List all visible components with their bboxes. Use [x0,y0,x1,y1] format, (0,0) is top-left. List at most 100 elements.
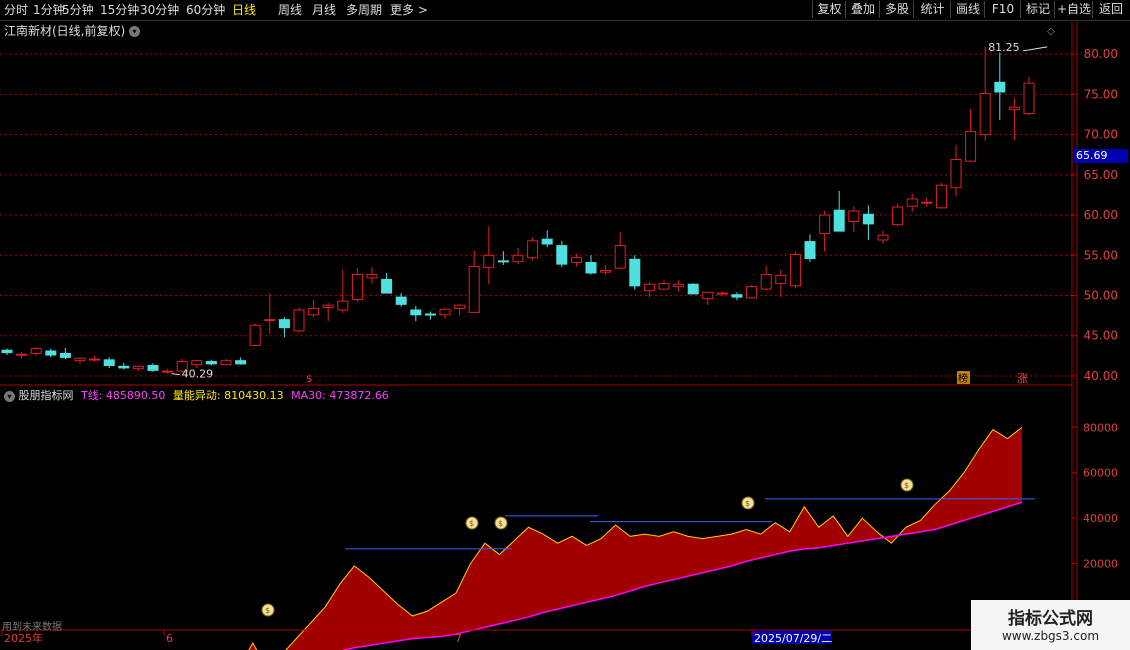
price-tick-label: 65.00 [1084,168,1118,182]
candle-body [74,357,86,362]
candle-body [527,240,539,259]
candle-body [541,238,553,245]
zhang-badge-text: 涨 [1017,372,1028,385]
money-bag-symbol: $ [498,519,503,528]
candle-body [1023,82,1035,115]
candle-body [643,283,655,292]
ind-tick-label: 60000 [1083,467,1118,480]
candle-body [877,234,889,241]
money-bag-symbol: $ [469,519,474,528]
candle-body [366,274,378,279]
candle-body [439,308,451,316]
logo-line2: www.zbgs3.com [1001,629,1100,643]
candle-body [570,257,582,264]
footer-note: 用到未来数据 [2,622,62,633]
candle-body [103,359,115,366]
candle-body [687,283,699,295]
candle-body [424,313,436,316]
site-logo: 指标公式网 www.zbgs3.com [971,600,1130,650]
candle-body [351,274,363,301]
candle-body [512,254,524,263]
candle-body [45,350,57,356]
low-arrow [171,373,180,376]
candle-body [191,360,203,366]
candle-body [235,360,247,365]
candle-body [381,278,393,294]
candle-body [293,309,305,332]
candle-body [454,304,466,309]
candle-body [556,245,568,265]
kline-chart[interactable]: 40.00 45.00 50.00 55.00 60.00 65.00 70.00 75.00… [0,0,1130,650]
date-label: 2025年 [4,631,43,645]
date-label: 2025/07/29/二 [754,632,832,645]
candle-body [833,209,845,232]
candle-body [118,365,130,369]
candle-body [497,260,509,263]
candle-body [600,270,612,273]
price-tick-label: 80.00 [1084,47,1118,61]
candle-body [629,258,641,287]
candle-body [848,210,860,222]
ind-tick-label: 20000 [1083,558,1118,571]
candle-body [658,282,670,290]
money-bag-symbol: $ [745,499,750,508]
diamond-icon: ◇ [1047,26,1055,37]
candle-body [775,274,787,284]
candle-body [468,266,480,313]
candle-body [760,274,772,290]
candle-body [1,349,13,354]
candle-body [950,159,962,189]
candle-body [789,253,801,287]
money-bag-symbol: $ [265,606,270,615]
candle-body [921,201,933,204]
candle-body [132,365,144,370]
ind-tick-label: 40000 [1083,512,1118,525]
current-price-box: 65.69 [1074,149,1128,163]
candle-body [89,358,101,361]
price-tick-label: 55.00 [1084,248,1118,262]
candle-body [220,360,232,366]
price-tick-label: 50.00 [1084,289,1118,303]
candle-body [59,352,71,358]
high-arrow [1023,46,1048,52]
candle-body [935,184,947,209]
candle-body [264,319,276,322]
logo-line1: 指标公式网 [1008,609,1093,629]
candle-body [994,81,1006,93]
high-price-label: 81.25 [988,41,1020,54]
money-bag-symbol: $ [904,481,909,490]
candle-body [804,241,816,259]
candle-body [979,93,991,136]
candle-body [483,254,495,268]
price-tick-label: 60.00 [1084,208,1118,222]
date-label: 7 [455,632,462,645]
candle-body [702,291,714,300]
candle-body [746,286,758,299]
candle-body [249,324,261,346]
candle-body [322,304,334,309]
ind-tick-label: 80000 [1083,421,1118,434]
candle-body [410,309,422,316]
candle-body [862,213,874,225]
low-price-label: 40.29 [182,368,214,381]
t-line-area [248,427,1022,650]
price-tick-label: 70.00 [1084,128,1118,142]
candle-body [819,214,831,235]
candle-body [965,130,977,162]
candle-body [892,206,904,226]
candle-body [906,198,918,207]
dollar-marker: $ [306,374,312,385]
price-tick-label: 75.00 [1084,87,1118,101]
candle-body [585,262,597,274]
price-tick-label: 40.00 [1084,369,1118,383]
date-label: 6 [166,632,173,645]
candle-body [395,296,407,305]
candle-body [278,319,290,329]
candle-body [1008,106,1020,111]
candle-body [716,292,728,295]
candle-body [614,245,626,269]
candle-body [337,300,349,311]
candle-body [162,370,174,373]
candle-body [16,353,28,356]
bang-badge-text: 榜 [958,372,968,385]
